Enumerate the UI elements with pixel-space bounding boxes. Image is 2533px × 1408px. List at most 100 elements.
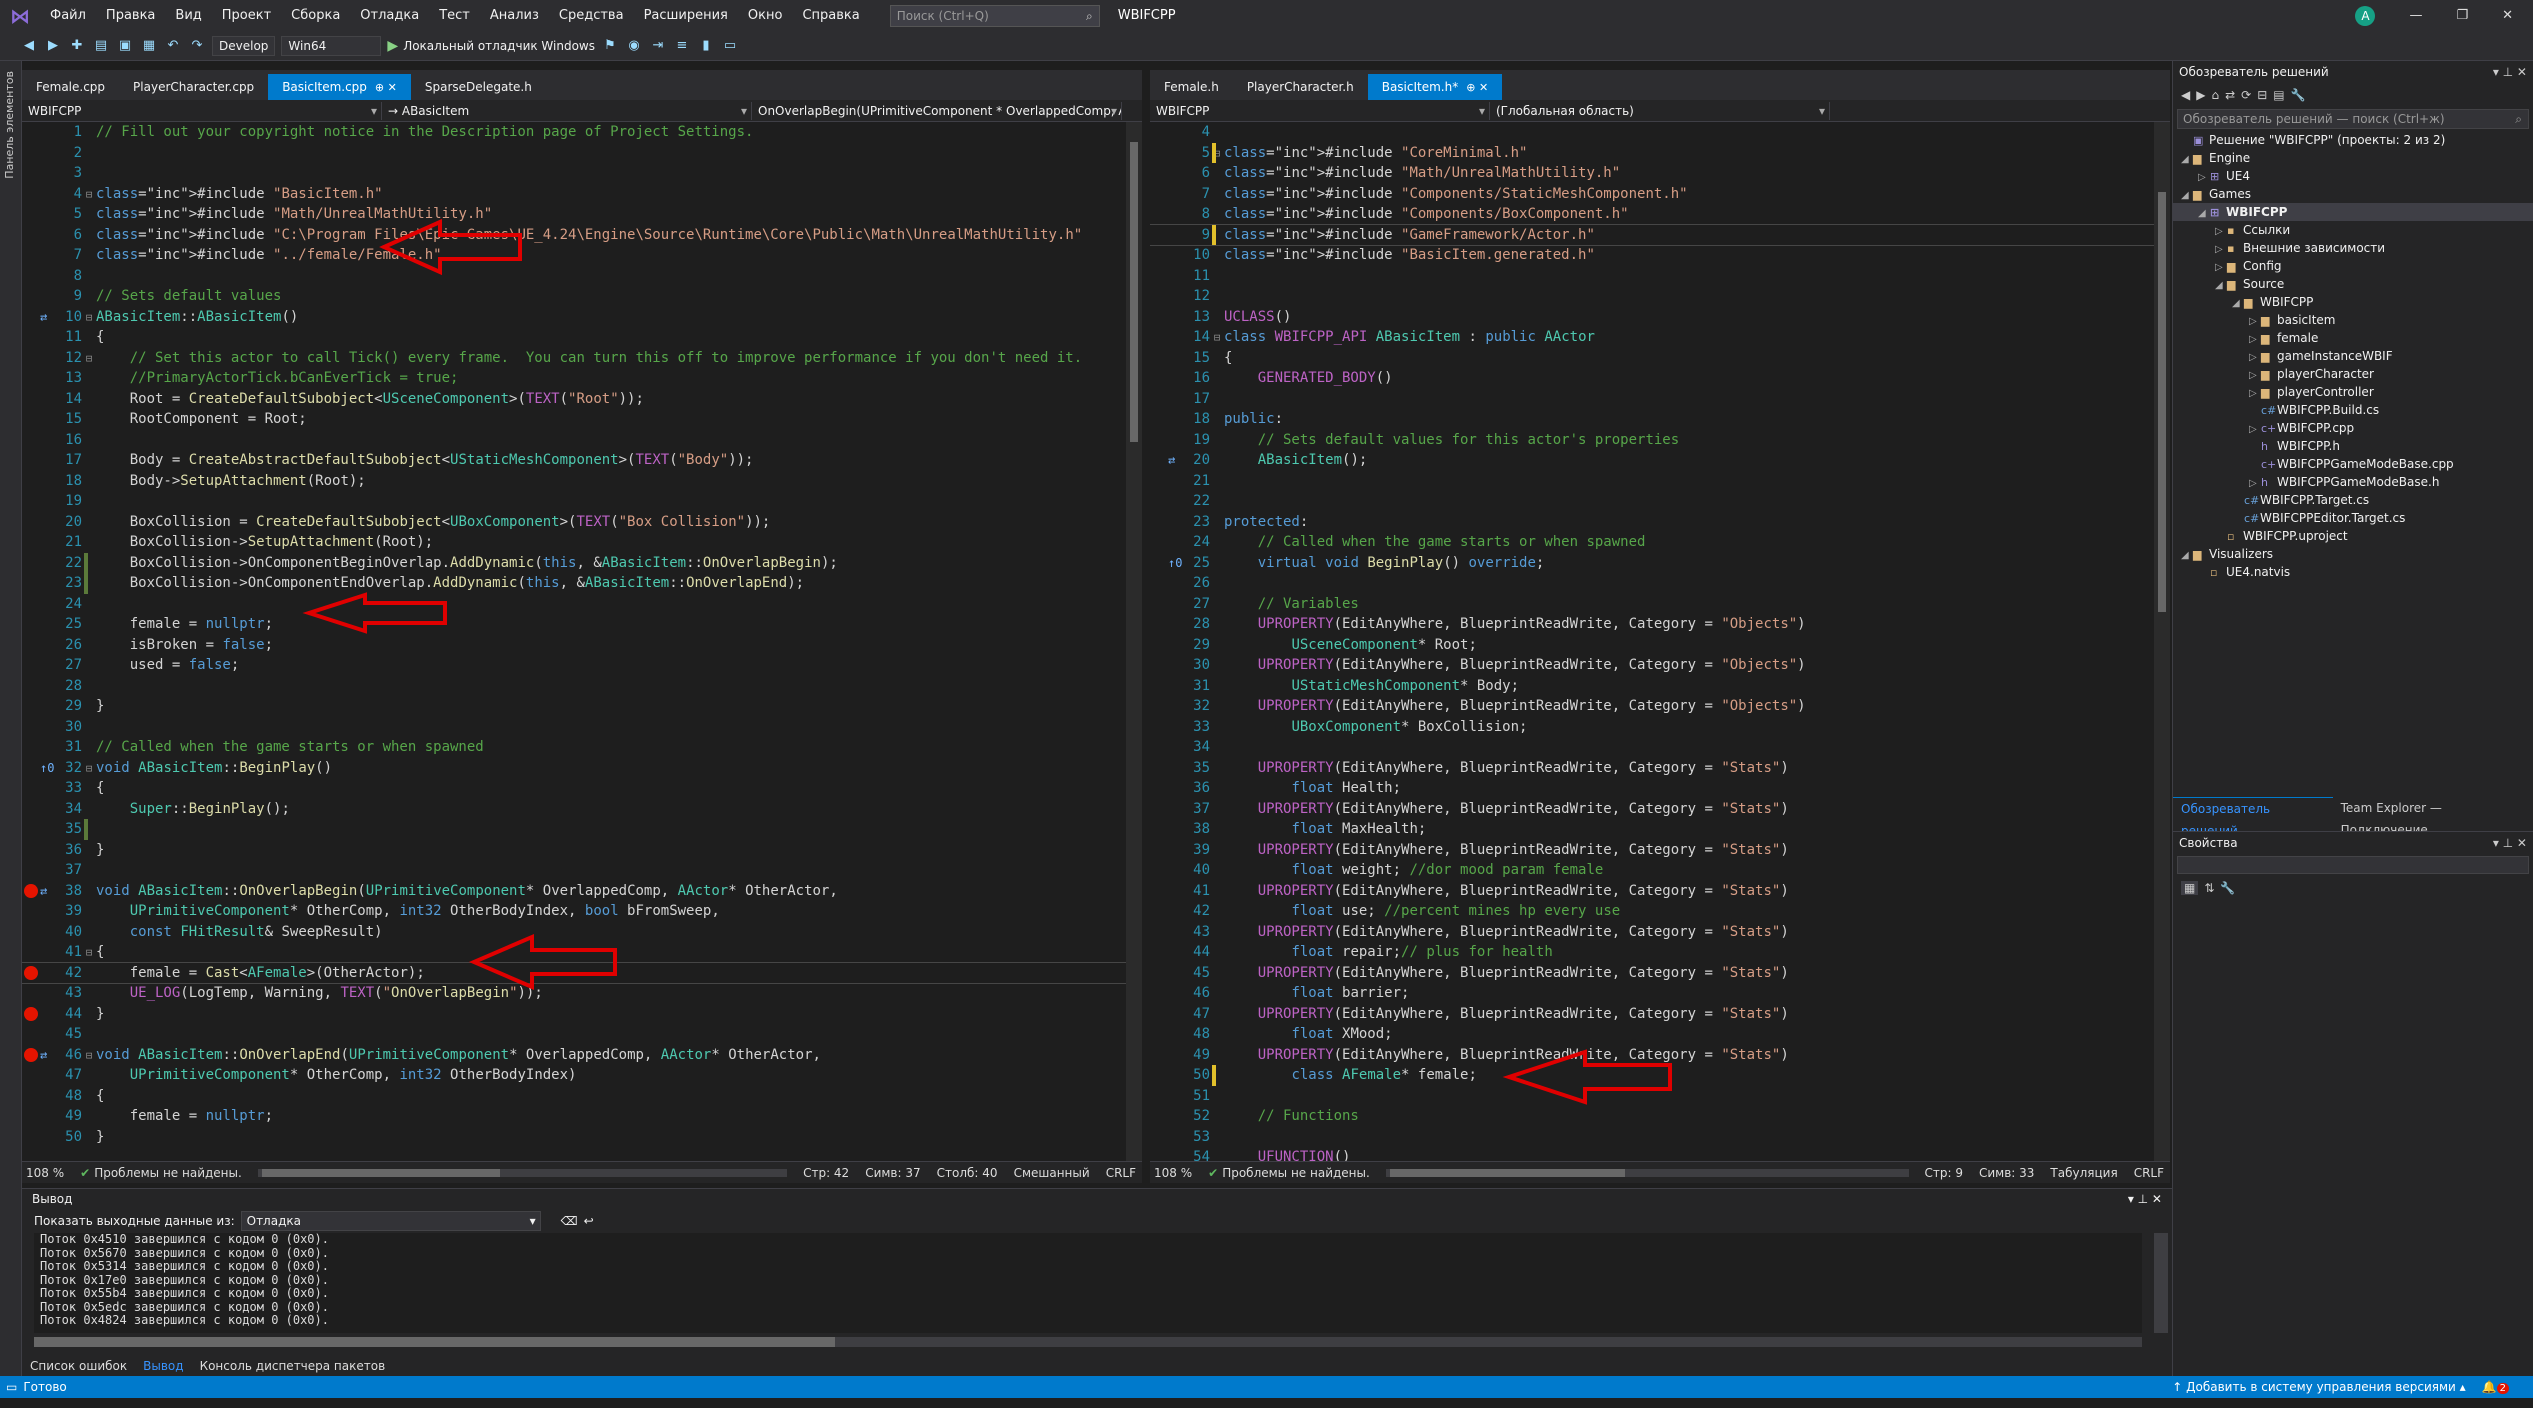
code-line[interactable]: 54 UFUNCTION() [1150, 1147, 2154, 1161]
code-line[interactable]: 7 class="inc">#include "Components/Static… [1150, 184, 2154, 205]
forward-icon[interactable]: ▶ [2196, 88, 2205, 102]
code-line[interactable]: 24 [22, 594, 1126, 615]
code-line[interactable]: 49 female = nullptr; [22, 1106, 1126, 1127]
editor-tab[interactable]: Female.h [1150, 74, 1233, 100]
configuration-select[interactable]: Develop [212, 35, 276, 56]
fold-icon[interactable]: ⊟ [1210, 328, 1224, 349]
home-icon[interactable]: ⌂ [2211, 88, 2219, 102]
code-line[interactable]: 28 UPROPERTY(EditAnyWhere, BlueprintRead… [1150, 614, 2154, 635]
code-line[interactable]: 4 ⊟ class="inc">#include "BasicItem.h" [22, 184, 1126, 205]
pin-icon[interactable]: ▾ ⊥ ✕ [2493, 61, 2527, 83]
tree-item[interactable]: ◢ ▆ Games [2173, 185, 2533, 203]
tree-item[interactable]: ◢ ⊞ WBIFCPP [2173, 203, 2533, 221]
tree-item[interactable]: c#WBIFCPPEditor.Target.cs [2173, 509, 2533, 527]
tree-item[interactable]: ▷ ▆ female [2173, 329, 2533, 347]
code-line[interactable]: 34 Super::BeginPlay(); [22, 799, 1126, 820]
tree-item[interactable]: ▷ h WBIFCPPGameModeBase.h [2173, 473, 2533, 491]
code-line[interactable]: 16 GENERATED_BODY() [1150, 368, 2154, 389]
menu-item[interactable]: Расширения [634, 0, 738, 31]
breakpoint-icon[interactable] [24, 883, 38, 898]
code-line[interactable]: 12 ⊟ // Set this actor to call Tick() eve… [22, 348, 1126, 369]
code-line[interactable]: 5 ⊟ class="inc">#include "CoreMinimal.h" [1150, 142, 2154, 163]
code-line[interactable]: 21 [1150, 471, 2154, 492]
code-line[interactable]: 29} [22, 696, 1126, 717]
code-line[interactable]: 17 Body = CreateAbstractDefaultSubobject… [22, 450, 1126, 471]
output-vertical-scrollbar[interactable] [2154, 1233, 2168, 1333]
scope-dropdown[interactable]: → ABasicItem ▾ [382, 101, 752, 120]
code-line[interactable]: 21 BoxCollision->SetupAttachment(Root); [22, 532, 1126, 553]
menu-item[interactable]: Справка [792, 0, 869, 31]
code-lens-icon[interactable]: ⇄ [40, 881, 47, 902]
tree-item[interactable]: ▷ c+WBIFCPP.cpp [2173, 419, 2533, 437]
close-tab-icon[interactable]: ⊕ ✕ [375, 81, 397, 94]
tree-item[interactable]: c#WBIFCPP.Build.cs [2173, 401, 2533, 419]
code-line[interactable]: 45 [22, 1024, 1126, 1045]
code-line[interactable]: 28 [22, 676, 1126, 697]
panel-tab[interactable]: Team Explorer — Подключение [2333, 797, 2533, 837]
code-line[interactable]: 18 Body->SetupAttachment(Root); [22, 471, 1126, 492]
code-line[interactable]: 9 class="inc">#include "GameFramework/Act… [1150, 223, 2154, 246]
code-line[interactable]: 16 [22, 430, 1126, 451]
code-line[interactable]: 36 float Health; [1150, 778, 2154, 799]
fold-icon[interactable]: ⊟ [82, 759, 96, 780]
tree-item[interactable]: c+WBIFCPPGameModeBase.cpp [2173, 455, 2533, 473]
zoom-level[interactable]: 108 % [1154, 1166, 1192, 1180]
tree-item[interactable]: ▷ ▪ Внешние зависимости [2173, 239, 2533, 257]
code-line[interactable]: 39 UPrimitiveComponent* OtherComp, int32… [22, 901, 1126, 922]
fold-icon[interactable]: ⊟ [82, 349, 96, 370]
code-line[interactable]: 41 UPROPERTY(EditAnyWhere, BlueprintRead… [1150, 881, 2154, 902]
tree-item[interactable]: ▷ ▆ gameInstanceWBIF [2173, 347, 2533, 365]
bottom-panel-tab[interactable]: Консоль диспетчера пакетов [192, 1356, 394, 1376]
code-line[interactable]: 23 protected: [1150, 512, 2154, 533]
tree-item[interactable]: ▫ UE4.natvis [2173, 563, 2533, 581]
code-line[interactable]: 25 female = nullptr; [22, 614, 1126, 635]
code-line[interactable]: 1 // Fill out your copyright notice in th… [22, 122, 1126, 143]
close-icon[interactable]: ✕ [2502, 8, 2513, 23]
code-line[interactable]: 29 USceneComponent* Root; [1150, 635, 2154, 656]
code-line[interactable]: 37 [22, 860, 1126, 881]
menu-item[interactable]: Сборка [281, 0, 350, 31]
code-line[interactable]: 34 [1150, 737, 2154, 758]
start-debugging-button[interactable]: ▶ Локальный отладчик Windows [387, 38, 595, 54]
editor-tab[interactable]: BasicItem.h* ⊕ ✕ [1367, 74, 1503, 100]
tree-item[interactable]: ◢ ▆ Visualizers [2173, 545, 2533, 563]
code-line[interactable]: 45 UPROPERTY(EditAnyWhere, BlueprintRead… [1150, 963, 2154, 984]
code-line[interactable]: 31 UStaticMeshComponent* Body; [1150, 676, 2154, 697]
right-horizontal-scrollbar[interactable] [1385, 1168, 1909, 1177]
word-wrap-icon[interactable]: ↩ [584, 1214, 594, 1228]
back-icon[interactable]: ◀ [2181, 88, 2190, 102]
code-lens-icon[interactable]: ⇄ [40, 1045, 47, 1066]
breakpoint-icon[interactable] [24, 1006, 38, 1021]
comment-icon[interactable]: ▭ [721, 37, 739, 55]
code-line[interactable]: 50} [22, 1127, 1126, 1148]
tree-item[interactable]: ◢ ▆ Source [2173, 275, 2533, 293]
minimize-icon[interactable]: — [2409, 8, 2422, 23]
menu-item[interactable]: Окно [738, 0, 793, 31]
code-line[interactable]: 4 [1150, 122, 2154, 143]
code-line[interactable]: 7 class="inc">#include "../female/Female.… [22, 245, 1126, 266]
save-icon[interactable]: ▣ [116, 37, 134, 55]
project-dropdown[interactable]: WBIFCPP ▾ [1150, 101, 1490, 120]
fold-icon[interactable]: ⊟ [82, 185, 96, 206]
code-line[interactable]: 31 // Called when the game starts or when… [22, 737, 1126, 758]
code-line[interactable]: 53 [1150, 1127, 2154, 1148]
code-line[interactable]: 39 UPROPERTY(EditAnyWhere, BlueprintRead… [1150, 840, 2154, 861]
open-file-icon[interactable]: ▤ [92, 37, 110, 55]
code-line[interactable]: 13 //PrimaryActorTick.bCanEverTick = tru… [22, 368, 1126, 389]
menu-item[interactable]: Файл [40, 0, 96, 31]
code-line[interactable]: 14 ⊟ class WBIFCPP_API ABasicItem : public… [1150, 327, 2154, 348]
code-line[interactable]: 32 UPROPERTY(EditAnyWhere, BlueprintRead… [1150, 696, 2154, 717]
code-line[interactable]: 23 BoxCollision->OnComponentEndOverlap.A… [22, 573, 1126, 594]
right-code-area[interactable]: 4 5 ⊟ class="inc">#include "CoreMinimal.h" 6… [1150, 122, 2154, 1161]
notifications-icon[interactable]: 🔔 2 [2482, 1380, 2509, 1394]
solution-search-input[interactable]: Обозреватель решений — поиск (Ctrl+ж) ⌕ [2177, 109, 2529, 129]
code-line[interactable]: 30 [22, 717, 1126, 738]
forward-icon[interactable]: ▶ [44, 37, 62, 55]
editor-tab[interactable]: PlayerCharacter.h [1233, 74, 1368, 100]
code-line[interactable]: 40 float weight; //dor mood param female [1150, 860, 2154, 881]
code-line[interactable]: 33 { [22, 778, 1126, 799]
code-line[interactable]: 26 [1150, 573, 2154, 594]
tree-item[interactable]: ▣ Решение "WBIFCPP" (проекты: 2 из 2) [2173, 131, 2533, 149]
toolbox-strip[interactable]: Панель элементов [0, 61, 22, 1376]
pin-icon[interactable]: ▾ ⊥ ✕ [2493, 832, 2527, 854]
